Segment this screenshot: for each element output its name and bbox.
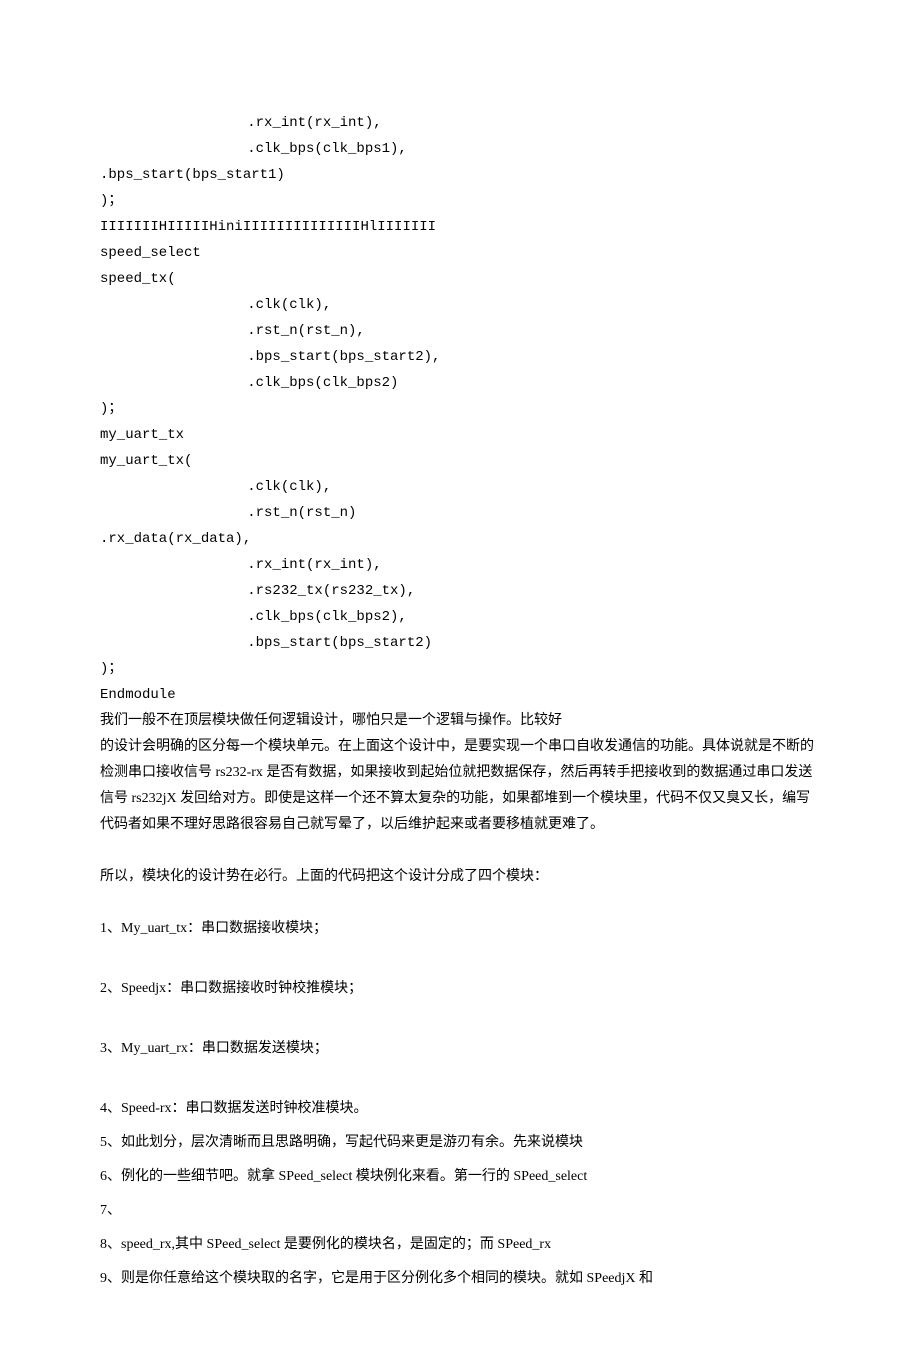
code-line: .clk_bps(clk_bps2) bbox=[100, 370, 820, 396]
list-item: 3、My_uart_rx：串口数据发送模块； bbox=[100, 1036, 820, 1062]
code-line: my_uart_tx bbox=[100, 422, 820, 448]
list-item: 4、Speed-rx：串口数据发送时钟校准模块。 bbox=[100, 1096, 820, 1122]
blank-line bbox=[100, 1070, 820, 1096]
code-line: .rst_n(rst_n), bbox=[100, 318, 820, 344]
code-line: my_uart_tx( bbox=[100, 448, 820, 474]
blank-line bbox=[100, 950, 820, 976]
blank-line bbox=[100, 890, 820, 916]
code-line: IIIIIIIHIIIIIHiniIIIIIIIIIIIIIIHlIIIIIII bbox=[100, 214, 820, 240]
list-item: 8、speed_rx,其中 SPeed_select 是要例化的模块名，是固定的… bbox=[100, 1232, 820, 1258]
code-line: )； bbox=[100, 396, 820, 422]
list-item: 5、如此划分，层次清晰而且思路明确，写起代码来更是游刃有余。先来说模块 bbox=[100, 1130, 820, 1156]
code-line: .bps_start(bps_start2), bbox=[100, 344, 820, 370]
paragraph: 的设计会明确的区分每一个模块单元。在上面这个设计中，是要实现一个串口自收发通信的… bbox=[100, 734, 820, 838]
list-item: 2、Speedjx：串口数据接收时钟校推模块； bbox=[100, 976, 820, 1002]
paragraph: 我们一般不在顶层模块做任何逻辑设计，哪怕只是一个逻辑与操作。比较好 bbox=[100, 708, 820, 734]
code-line: .clk_bps(clk_bps2), bbox=[100, 604, 820, 630]
document-page: .rx_int(rx_int), .clk_bps(clk_bps1), .bp… bbox=[0, 0, 920, 1360]
code-line: .rx_int(rx_int), bbox=[100, 552, 820, 578]
code-line: .rst_n(rst_n) bbox=[100, 500, 820, 526]
code-line: )； bbox=[100, 188, 820, 214]
blank-line bbox=[100, 838, 820, 864]
code-line: Endmodule bbox=[100, 682, 820, 708]
list-item: 7、 bbox=[100, 1198, 820, 1224]
code-line: .clk(clk), bbox=[100, 474, 820, 500]
code-line: .rx_int(rx_int), bbox=[100, 110, 820, 136]
code-line: .bps_start(bps_start2) bbox=[100, 630, 820, 656]
blank-line bbox=[100, 1010, 820, 1036]
code-line: .bps_start(bps_start1) bbox=[100, 162, 820, 188]
code-line: .rx_data(rx_data), bbox=[100, 526, 820, 552]
code-line: )； bbox=[100, 656, 820, 682]
code-line: speed_tx( bbox=[100, 266, 820, 292]
paragraph: 所以，模块化的设计势在必行。上面的代码把这个设计分成了四个模块： bbox=[100, 864, 820, 890]
list-item: 1、My_uart_tx：串口数据接收模块； bbox=[100, 916, 820, 942]
code-line: .clk_bps(clk_bps1), bbox=[100, 136, 820, 162]
code-line: speed_select bbox=[100, 240, 820, 266]
list-item: 6、例化的一些细节吧。就拿 SPeed_select 模块例化来看。第一行的 S… bbox=[100, 1164, 820, 1190]
code-line: .rs232_tx(rs232_tx), bbox=[100, 578, 820, 604]
list-item: 9、则是你任意给这个模块取的名字，它是用于区分例化多个相同的模块。就如 SPee… bbox=[100, 1266, 820, 1292]
code-line: .clk(clk), bbox=[100, 292, 820, 318]
